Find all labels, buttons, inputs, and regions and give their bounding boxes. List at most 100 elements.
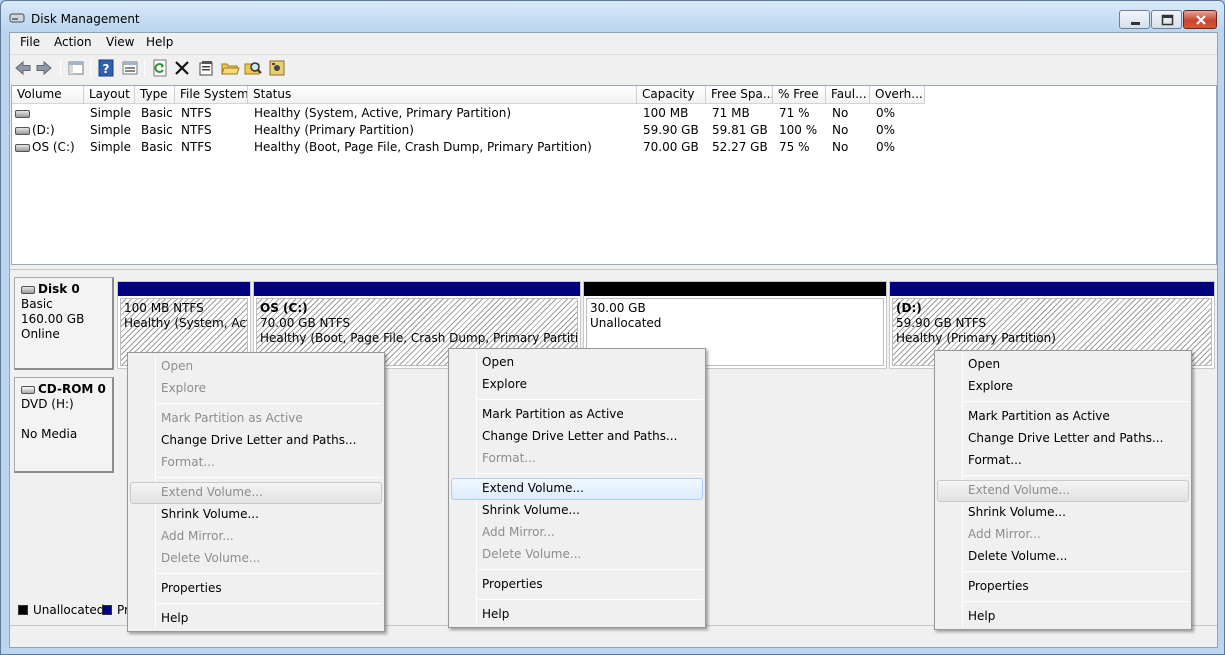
menu-help[interactable]: Help — [144, 35, 175, 49]
minimize-button[interactable] — [1119, 10, 1150, 29]
column-header-volume[interactable]: Volume — [12, 86, 84, 104]
partition-bar — [118, 282, 250, 296]
menu-item-explore[interactable]: Explore — [937, 376, 1189, 398]
cell-percent-free: 100 % — [779, 123, 818, 137]
menu-separator — [478, 599, 703, 600]
table-row[interactable]: (D:) Simple Basic NTFS Healthy (Primary … — [12, 122, 1216, 139]
column-header-layout[interactable]: Layout — [84, 86, 135, 104]
maximize-button[interactable] — [1151, 10, 1182, 29]
cell-type: Basic — [141, 123, 173, 137]
column-header-file-system[interactable]: File System — [175, 86, 248, 104]
cell-fault-tolerance: No — [832, 140, 849, 154]
toolbar-separator — [144, 59, 145, 77]
menu-item-delete-volume[interactable]: Delete Volume... — [937, 546, 1189, 568]
menu-item-add-mirror[interactable]: Add Mirror... — [130, 526, 382, 548]
menu-item-explore[interactable]: Explore — [130, 378, 382, 400]
menu-item-open[interactable]: Open — [937, 354, 1189, 376]
menu-item-open[interactable]: Open — [130, 356, 382, 378]
menu-item-help[interactable]: Help — [130, 608, 382, 630]
disk-state: No Media — [21, 427, 78, 441]
menu-item-format[interactable]: Format... — [130, 452, 382, 474]
menu-separator — [157, 403, 382, 404]
forward-icon[interactable] — [34, 58, 54, 78]
partition-bar — [254, 282, 580, 296]
menu-item-delete-volume[interactable]: Delete Volume... — [451, 544, 703, 566]
delete-icon[interactable] — [172, 58, 192, 78]
column-header-type[interactable]: Type — [135, 86, 175, 104]
column-header-percent-free[interactable]: % Free — [773, 86, 826, 104]
menu-separator — [157, 477, 382, 478]
menu-item-change-drive-letter-and-paths[interactable]: Change Drive Letter and Paths... — [130, 430, 382, 452]
menu-item-properties[interactable]: Properties — [937, 576, 1189, 598]
menu-item-add-mirror[interactable]: Add Mirror... — [937, 524, 1189, 546]
explore-icon[interactable] — [243, 58, 263, 78]
menu-item-extend-volume[interactable]: Extend Volume... — [937, 480, 1189, 502]
refresh-icon[interactable] — [150, 58, 170, 78]
menu-item-shrink-volume[interactable]: Shrink Volume... — [451, 500, 703, 522]
cell-volume — [15, 106, 83, 120]
menu-item-help[interactable]: Help — [937, 606, 1189, 628]
back-icon[interactable] — [13, 58, 33, 78]
cell-volume: (D:) — [15, 123, 83, 137]
partition-size: 70.00 GB NTFS — [260, 316, 351, 330]
toolbar-separator — [60, 59, 61, 77]
menu-item-mark-partition-as-active[interactable]: Mark Partition as Active — [130, 408, 382, 430]
column-header-status[interactable]: Status — [248, 86, 637, 104]
open-icon[interactable] — [220, 58, 240, 78]
menu-item-format[interactable]: Format... — [937, 450, 1189, 472]
volume-list[interactable]: Volume Layout Type File System Status Ca… — [11, 85, 1217, 265]
menu-item-change-drive-letter-and-paths[interactable]: Change Drive Letter and Paths... — [937, 428, 1189, 450]
cell-file-system: NTFS — [181, 140, 212, 154]
column-header-capacity[interactable]: Capacity — [637, 86, 706, 104]
column-header-fault-tolerance[interactable]: Faul... — [826, 86, 870, 104]
menu-item-explore[interactable]: Explore — [451, 374, 703, 396]
pane-splitter[interactable] — [10, 265, 1217, 270]
cell-file-system: NTFS — [181, 123, 212, 137]
table-row[interactable]: OS (C:) Simple Basic NTFS Healthy (Boot,… — [12, 139, 1216, 156]
partition-size: 59.90 GB NTFS — [896, 316, 987, 330]
disk-view-icon[interactable] — [120, 58, 140, 78]
disk-name: CD-ROM 0 — [38, 382, 106, 396]
menu-separator — [157, 603, 382, 604]
menu-item-change-drive-letter-and-paths[interactable]: Change Drive Letter and Paths... — [451, 426, 703, 448]
help-icon[interactable]: ? — [96, 58, 116, 78]
menu-item-shrink-volume[interactable]: Shrink Volume... — [130, 504, 382, 526]
menu-item-shrink-volume[interactable]: Shrink Volume... — [937, 502, 1189, 524]
menu-item-delete-volume[interactable]: Delete Volume... — [130, 548, 382, 570]
disk-size: 160.00 GB — [21, 312, 85, 326]
title-bar[interactable]: Disk Management — [1, 1, 1224, 33]
cd-rom-icon — [21, 385, 35, 394]
menu-item-help[interactable]: Help — [451, 604, 703, 626]
menu-item-extend-volume[interactable]: Extend Volume... — [130, 482, 382, 504]
table-row[interactable]: Simple Basic NTFS Healthy (System, Activ… — [12, 105, 1216, 122]
menu-item-extend-volume[interactable]: Extend Volume... — [451, 478, 703, 500]
partition-status: Unallocated — [590, 316, 662, 330]
column-header-free-space[interactable]: Free Spa... — [706, 86, 773, 104]
cell-capacity: 70.00 GB — [643, 140, 699, 154]
context-menu-system-reserved: Open Explore Mark Partition as Active Chang… — [127, 352, 385, 632]
menu-item-mark-partition-as-active[interactable]: Mark Partition as Active — [937, 406, 1189, 428]
disk-0-label[interactable]: Disk 0 Basic 160.00 GB Online — [14, 277, 114, 370]
cell-volume: OS (C:) — [15, 140, 83, 154]
menu-item-format[interactable]: Format... — [451, 448, 703, 470]
menu-item-properties[interactable]: Properties — [130, 578, 382, 600]
volume-name: (D:) — [32, 123, 55, 137]
partition-size: 100 MB NTFS — [124, 301, 204, 315]
console-tree-icon[interactable] — [66, 58, 86, 78]
menu-item-mark-partition-as-active[interactable]: Mark Partition as Active — [451, 404, 703, 426]
menu-file[interactable]: File — [18, 35, 42, 49]
column-header-overhead[interactable]: Overh... — [870, 86, 925, 104]
menu-view[interactable]: View — [104, 35, 136, 49]
settings-icon[interactable] — [267, 58, 287, 78]
menu-item-add-mirror[interactable]: Add Mirror... — [451, 522, 703, 544]
menu-item-open[interactable]: Open — [451, 352, 703, 374]
menu-action[interactable]: Action — [52, 35, 94, 49]
menu-item-properties[interactable]: Properties — [451, 574, 703, 596]
cdrom-0-label[interactable]: CD-ROM 0 DVD (H:) No Media — [14, 377, 114, 473]
cell-free-space: 59.81 GB — [712, 123, 768, 137]
menu-bar: File Action View Help — [10, 33, 1217, 53]
close-button[interactable] — [1183, 10, 1217, 29]
properties-icon[interactable] — [196, 58, 216, 78]
partition-name: OS (C:) — [260, 301, 308, 315]
disk-type: Basic — [21, 297, 53, 311]
